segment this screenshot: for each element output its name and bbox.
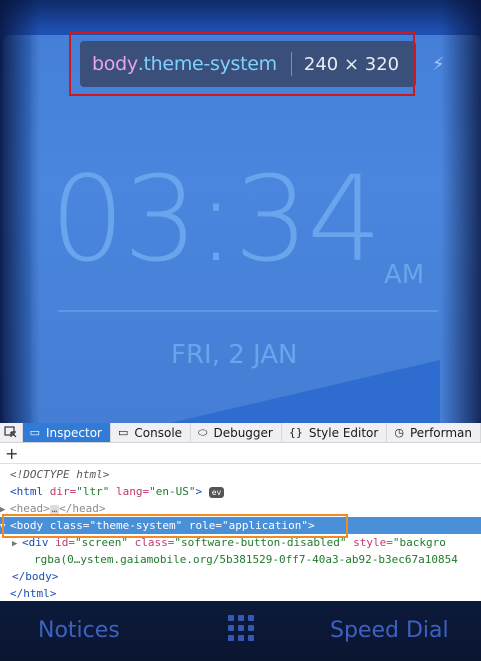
expand-arrow-icon[interactable]: ▶: [0, 502, 10, 517]
head-tag-close: </head>: [59, 502, 106, 515]
tree-row-doctype[interactable]: <!DOCTYPE html>: [0, 466, 481, 483]
body-val-role: "application": [221, 519, 309, 532]
html-tag: <html: [10, 485, 44, 498]
tree-row-head[interactable]: ▶ <head>… </head>: [0, 500, 481, 517]
tab-style-editor[interactable]: {} Style Editor: [282, 423, 388, 442]
body-tag-close: >: [308, 519, 315, 532]
inspector-icon: ▭: [29, 426, 41, 439]
element-picker-icon: [4, 426, 17, 438]
tab-inspector[interactable]: ▭ Inspector: [22, 423, 111, 442]
div-val-class: "software-button-disabled": [174, 536, 347, 549]
tree-row-html-close[interactable]: </html>: [0, 585, 481, 602]
event-badge[interactable]: ev: [208, 486, 225, 498]
clock-divider: [58, 310, 438, 312]
div-tag: <div: [22, 536, 49, 549]
tab-debugger[interactable]: ⬭ Debugger: [191, 423, 282, 442]
div-attr-class: class=: [127, 536, 175, 549]
devtools-panel: ▭ Inspector ▭ Console ⬭ Debugger {} Styl…: [0, 423, 481, 601]
html-attr-lang: lang=: [109, 485, 150, 498]
photo-vignette-left: [0, 0, 40, 423]
debugger-icon: ⬭: [198, 425, 208, 439]
collapse-arrow-icon[interactable]: ▼: [0, 519, 10, 534]
softkey-left[interactable]: Notices: [38, 618, 120, 643]
div-attr-id: id=: [48, 536, 75, 549]
battery-icon: ⚡: [432, 54, 445, 75]
tab-label: Debugger: [213, 425, 273, 440]
div-style-continuation: rgba(0…ystem.gaiamobile.org/5b381529-0ff…: [34, 553, 458, 566]
collapsed-ellipsis[interactable]: …: [49, 505, 60, 515]
element-picker-button[interactable]: [0, 423, 23, 442]
device-photo: body .theme-system 240 × 320 ⚡ 03:34 AM F…: [0, 0, 481, 423]
html-val-lang: "en-US": [149, 485, 196, 498]
tab-console[interactable]: ▭ Console: [111, 423, 192, 442]
tab-label: Console: [134, 425, 183, 440]
body-attr-class: class=: [43, 519, 90, 532]
softkey-bar: Notices Speed Dial: [0, 601, 481, 661]
inspector-subbar: +: [0, 443, 481, 464]
markup-tree: <!DOCTYPE html> <html dir="ltr" lang="en…: [0, 464, 481, 602]
tree-row-body-close[interactable]: </body>: [0, 568, 481, 585]
add-node-button[interactable]: +: [5, 444, 18, 463]
performance-icon: ◷: [394, 426, 404, 439]
grid-icon[interactable]: [228, 615, 258, 645]
div-val-id: "screen": [75, 536, 128, 549]
doctype-text: <!DOCTYPE html>: [10, 468, 110, 481]
head-tag: <head>: [10, 502, 50, 515]
clock-ampm: AM: [384, 260, 425, 290]
div-attr-style: style=: [346, 536, 393, 549]
html-attr-dir: dir=: [43, 485, 77, 498]
html-val-dir: "ltr": [76, 485, 110, 498]
html-end-tag: </html>: [10, 587, 57, 600]
console-icon: ▭: [118, 426, 129, 439]
tab-performance[interactable]: ◷ Performan: [387, 423, 481, 442]
html-tag-close: >: [195, 485, 203, 498]
tab-label: Inspector: [46, 425, 102, 440]
tree-row-body[interactable]: ▼ <body class="theme-system" role="applic…: [0, 517, 481, 534]
clock-time: 03:34: [50, 150, 382, 288]
softkey-right[interactable]: Speed Dial: [330, 618, 449, 643]
tab-label: Performan: [409, 425, 472, 440]
div-val-style: "backgro: [392, 536, 446, 549]
body-tag: <body: [10, 519, 44, 532]
tab-label: Style Editor: [308, 425, 379, 440]
braces-icon: {}: [288, 426, 303, 439]
tree-row-div-continuation[interactable]: rgba(0…ystem.gaiamobile.org/5b381529-0ff…: [0, 551, 481, 568]
tree-row-div-screen[interactable]: ▶ <div id="screen" class="software-button…: [0, 534, 481, 551]
body-attr-role: role=: [182, 519, 222, 532]
body-val-class: "theme-system": [89, 519, 183, 532]
wallpaper-shape: [140, 360, 440, 423]
devtools-toolbar: ▭ Inspector ▭ Console ⬭ Debugger {} Styl…: [0, 423, 481, 443]
expand-arrow-icon[interactable]: ▶: [12, 536, 22, 551]
tooltip-annotation-box: [69, 32, 415, 96]
tree-row-html[interactable]: <html dir="ltr" lang="en-US"> ev: [0, 483, 481, 500]
body-end-tag: </body>: [12, 570, 59, 583]
photo-vignette-right: [441, 0, 481, 423]
